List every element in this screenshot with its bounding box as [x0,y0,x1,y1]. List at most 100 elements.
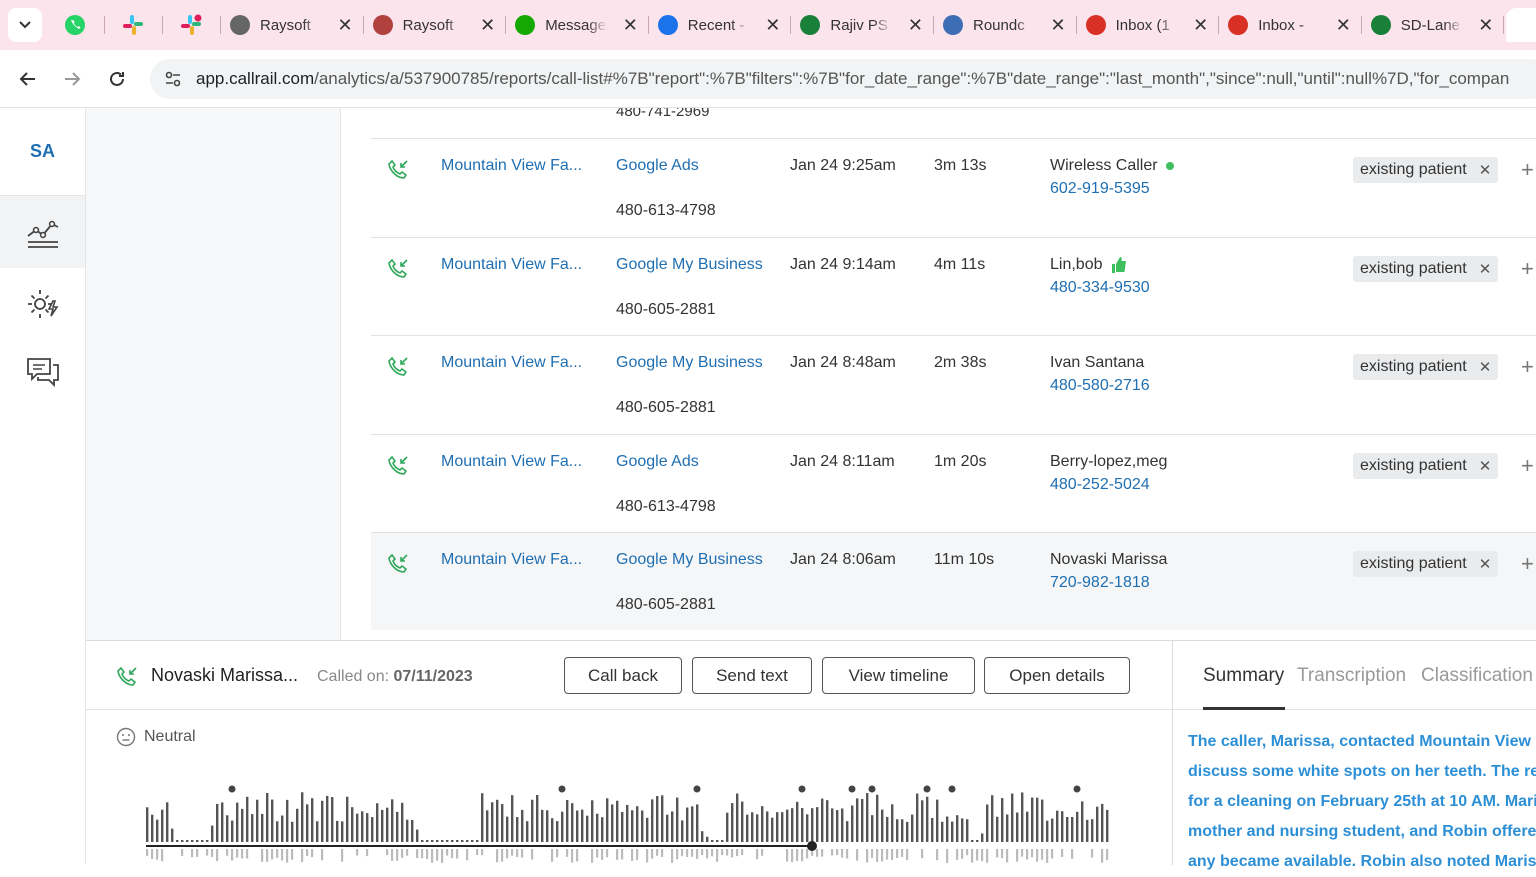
tab-search-button[interactable] [8,8,42,42]
browser-tab[interactable]: Recent - ✕ [648,8,791,42]
chat-icon [26,358,59,388]
waveform-bar-lower [391,849,394,861]
waveform-bar-lower [216,849,219,862]
thumbs-up-icon [1111,256,1126,273]
waveform-bar-lower [281,849,284,861]
pinned-tab-slack[interactable] [104,8,162,42]
tab-transcription[interactable]: Transcription [1297,665,1406,687]
pinned-tab-slack-2[interactable] [162,8,220,42]
close-icon[interactable]: ✕ [480,15,495,35]
table-row[interactable]: Mountain View Fa... Google My Business 480… [371,335,1536,433]
tab-summary[interactable]: Summary [1203,665,1284,687]
waveform-bar [761,806,764,842]
forward-button[interactable] [57,64,87,94]
waveform-bar-lower [161,849,164,862]
add-tag-icon[interactable]: + [1521,157,1534,183]
send-text-button[interactable]: Send text [692,657,812,694]
close-icon[interactable]: ✕ [623,15,638,35]
table-row[interactable]: Mountain View Fa... Google Ads 480-613-479… [371,138,1536,236]
close-icon[interactable]: ✕ [1193,15,1208,35]
browser-tab[interactable]: Raysoft ✕ [363,8,506,42]
remove-tag-icon[interactable]: ✕ [1479,358,1492,376]
caller-phone-link[interactable]: 480-580-2716 [1050,377,1150,395]
caller-phone-link[interactable]: 602-919-5395 [1050,180,1150,198]
source-link[interactable]: Google My Business [616,354,763,372]
waveform-bar-lower [881,849,884,862]
table-row[interactable]: Mountain View Fa... Google My Business 480… [371,532,1536,630]
waveform-bar [206,840,209,842]
browser-tab[interactable]: Raysoft ✕ [220,8,363,42]
waveform-bar-lower [876,849,879,862]
close-icon[interactable]: ✕ [1336,15,1351,35]
waveform-bar-lower [906,849,909,860]
insights-tabs: Summary Transcription Classification [1173,641,1536,710]
company-link[interactable]: Mountain View Fa... [441,551,582,569]
pinned-tab-whatsapp[interactable] [46,8,104,42]
company-link[interactable]: Mountain View Fa... [441,256,582,274]
source-link[interactable]: Google Ads [616,157,699,175]
address-bar[interactable]: app.callrail.com/analytics/a/537900785/r… [150,59,1536,99]
company-link[interactable]: Mountain View Fa... [441,157,582,175]
tab-classification[interactable]: Classification [1421,665,1533,687]
account-initials[interactable]: SA [0,108,85,196]
caller-phone-link[interactable]: 480-252-5024 [1050,476,1150,494]
waveform-bar-lower [646,849,649,863]
waveform-bar [591,800,594,842]
table-row[interactable]: Mountain View Fa... Google My Business 480… [371,236,1536,335]
browser-tab[interactable]: SD-Lane ✕ [1361,8,1504,42]
tab-title: Message [545,16,607,34]
waveform-bar-lower [716,849,719,862]
back-button[interactable] [13,64,43,94]
call-back-button[interactable]: Call back [564,657,682,694]
waveform-bar [846,821,849,842]
call-audio-waveform[interactable] [144,781,1114,865]
nav-settings[interactable] [0,268,85,340]
active-browser-tab[interactable] [1506,8,1536,42]
close-icon[interactable]: ✕ [908,15,923,35]
remove-tag-icon[interactable]: ✕ [1479,457,1492,475]
waveform-bar [286,799,289,842]
waveform-bar-lower [566,849,569,857]
waveform-bar [421,840,424,842]
waveform-bar [976,840,979,842]
source-link[interactable]: Google My Business [616,551,763,569]
company-link[interactable]: Mountain View Fa... [441,453,582,471]
remove-tag-icon[interactable]: ✕ [1479,161,1492,179]
waveform-bar [211,825,214,842]
source-link[interactable]: Google My Business [616,256,763,274]
site-info-icon[interactable] [150,70,196,88]
browser-tab[interactable]: Inbox - ✕ [1218,8,1361,42]
nav-conversations[interactable] [0,336,85,408]
waveform-bar-lower [1026,849,1029,860]
report-filter-panel [86,108,341,640]
add-tag-icon[interactable]: + [1521,354,1534,380]
close-icon[interactable]: ✕ [765,15,780,35]
close-icon[interactable]: ✕ [1478,15,1493,35]
add-tag-icon[interactable]: + [1521,256,1534,282]
browser-tab[interactable]: Roundc ✕ [933,8,1076,42]
waveform-bar [931,817,934,842]
waveform-bar-lower [576,849,579,862]
open-details-button[interactable]: Open details [984,657,1130,694]
close-icon[interactable]: ✕ [338,15,353,35]
reload-button[interactable] [102,64,132,94]
view-timeline-button[interactable]: View timeline [822,657,975,694]
close-icon[interactable]: ✕ [1051,15,1066,35]
waveform-bar [201,840,204,842]
remove-tag-icon[interactable]: ✕ [1479,260,1492,278]
nav-analytics[interactable] [0,196,85,268]
caller-phone-link[interactable]: 720-982-1818 [1050,574,1150,592]
source-link[interactable]: Google Ads [616,453,699,471]
caller-phone-link[interactable]: 480-334-9530 [1050,279,1150,297]
table-row[interactable]: Mountain View Fa... Google Ads 480-613-479… [371,433,1536,532]
browser-tab[interactable]: Rajiv PS ✕ [790,8,933,42]
browser-tab[interactable]: Inbox (1 ✕ [1076,8,1219,42]
add-tag-icon[interactable]: + [1521,551,1534,577]
waveform-bar-lower [786,849,789,862]
add-tag-icon[interactable]: + [1521,453,1534,479]
company-link[interactable]: Mountain View Fa... [441,354,582,372]
remove-tag-icon[interactable]: ✕ [1479,555,1492,573]
browser-tab[interactable]: Message ✕ [505,8,648,42]
waveform-bar-lower [1031,849,1034,858]
waveform-bar [291,821,294,842]
